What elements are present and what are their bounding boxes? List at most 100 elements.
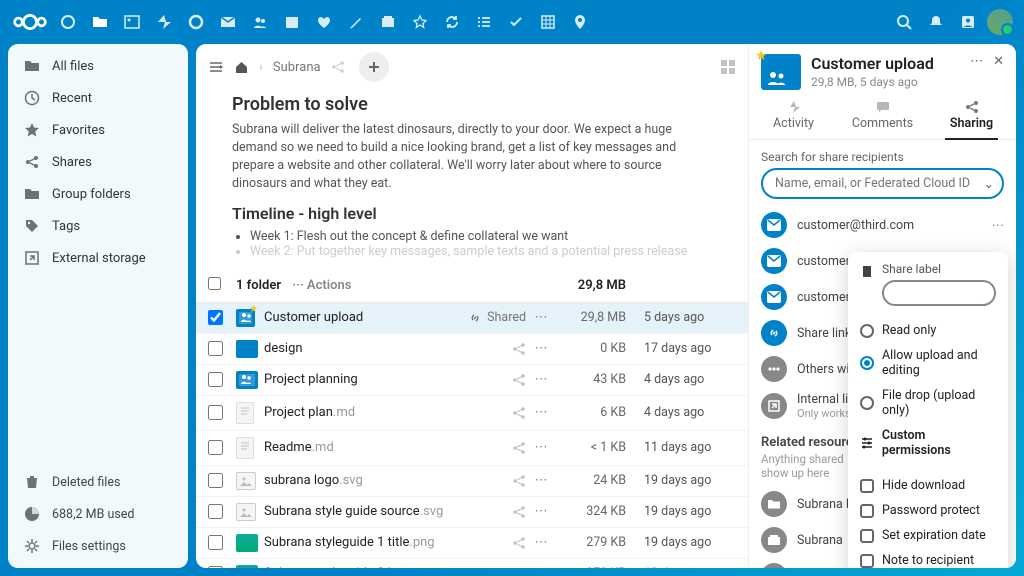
files-icon[interactable] [84, 6, 116, 38]
user-avatar[interactable] [984, 6, 1016, 38]
breadcrumb-share-icon[interactable] [331, 60, 345, 74]
row-checkbox[interactable] [208, 310, 223, 325]
sidebar-item-external[interactable]: External storage [8, 242, 188, 274]
row-checkbox[interactable] [208, 405, 223, 420]
share-icon[interactable] [512, 441, 526, 455]
share-icon[interactable] [512, 567, 526, 569]
row-checkbox[interactable] [208, 372, 223, 387]
tab-activity[interactable]: Activity [749, 94, 838, 139]
row-checkbox[interactable] [208, 535, 223, 550]
share-search-input[interactable] [761, 168, 1004, 199]
dashboard-icon[interactable] [52, 6, 84, 38]
home-icon[interactable] [234, 60, 249, 74]
row-checkbox[interactable] [208, 566, 223, 568]
table-row[interactable]: Project plan.md⋯6 KB4 days ago [196, 396, 748, 431]
share-icon[interactable] [512, 406, 526, 420]
option-password[interactable]: Password protect [860, 498, 996, 523]
row-checkbox[interactable] [208, 473, 223, 488]
sidebar-item-all-files[interactable]: All files [8, 50, 188, 82]
option-read-only[interactable]: Read only [860, 318, 996, 343]
sidebar-item-settings[interactable]: Files settings [8, 530, 188, 562]
row-checkbox[interactable] [208, 504, 223, 519]
toggle-sidebar-icon[interactable] [208, 60, 224, 74]
mail-icon[interactable] [212, 6, 244, 38]
row-menu-icon[interactable]: ⋯ [526, 504, 556, 519]
share-status[interactable] [446, 441, 526, 455]
activity-icon[interactable] [148, 6, 180, 38]
sidebar-item-group-folders[interactable]: Group folders [8, 178, 188, 210]
sidebar-item-tags[interactable]: Tags [8, 210, 188, 242]
share-icon[interactable] [512, 474, 526, 488]
header-actions[interactable]: ··· Actions [292, 278, 351, 293]
talk-icon[interactable] [180, 6, 212, 38]
share-status[interactable] [446, 474, 526, 488]
close-icon[interactable]: ✕ [993, 54, 1004, 69]
app-logo[interactable] [8, 13, 52, 31]
heart-icon[interactable] [308, 6, 340, 38]
share-status[interactable] [446, 373, 526, 387]
option-file-drop[interactable]: File drop (upload only) [860, 383, 996, 423]
row-menu-icon[interactable]: ⋯ [526, 405, 556, 420]
refresh-icon[interactable] [436, 6, 468, 38]
table-row[interactable]: subrana logo.svg⋯24 KB19 days ago [196, 466, 748, 497]
view-toggle-icon[interactable] [720, 59, 736, 75]
row-checkbox[interactable] [208, 341, 223, 356]
table-row[interactable]: Subrana style guide source.svg⋯324 KB19 … [196, 497, 748, 528]
row-menu-icon[interactable]: ⋯ [526, 372, 556, 387]
calendar-icon[interactable] [276, 6, 308, 38]
notifications-icon[interactable] [920, 6, 952, 38]
share-status[interactable] [446, 536, 526, 550]
share-label-input[interactable] [882, 280, 996, 306]
table-row[interactable]: design⋯0 KB17 days ago [196, 334, 748, 365]
share-icon[interactable] [512, 342, 526, 356]
share-icon[interactable] [512, 536, 526, 550]
table-row[interactable]: ★Customer uploadShared⋯29,8 MB5 days ago [196, 303, 748, 334]
sidebar-item-deleted[interactable]: Deleted files [8, 466, 188, 498]
row-menu-icon[interactable]: ⋯ [526, 473, 556, 488]
share-icon[interactable] [512, 505, 526, 519]
option-custom[interactable]: Custom permissions [860, 423, 996, 463]
breadcrumb-current[interactable]: Subrana [273, 60, 321, 75]
notes-icon[interactable] [340, 6, 372, 38]
table-row[interactable]: Readme.md⋯< 1 KB11 days ago [196, 431, 748, 466]
row-menu-icon[interactable]: ⋯ [526, 566, 556, 568]
table-row[interactable]: Project planning⋯43 KB4 days ago [196, 365, 748, 396]
details-menu-icon[interactable]: ⋯ [970, 54, 983, 69]
share-status[interactable] [446, 406, 526, 420]
row-checkbox[interactable] [208, 440, 223, 455]
tables-icon[interactable] [532, 6, 564, 38]
table-row[interactable]: Subrana styleguide 2 logos.png⋯279 KB19 … [196, 559, 748, 569]
select-all-checkbox[interactable] [208, 277, 221, 290]
new-button[interactable] [359, 52, 389, 82]
table-row[interactable]: Subrana styleguide 1 title.png⋯279 KB19 … [196, 528, 748, 559]
share-status[interactable] [446, 342, 526, 356]
contacts-menu-icon[interactable] [952, 6, 984, 38]
share-status[interactable] [446, 567, 526, 569]
sidebar-item-shares[interactable]: Shares [8, 146, 188, 178]
option-allow-upload[interactable]: Allow upload and editing [860, 343, 996, 383]
option-expiration[interactable]: Set expiration date [860, 523, 996, 548]
share-status[interactable]: Shared [446, 310, 526, 325]
contacts-icon[interactable] [244, 6, 276, 38]
row-menu-icon[interactable]: ⋯ [526, 440, 556, 455]
tab-comments[interactable]: Comments [838, 94, 927, 139]
check-icon[interactable] [500, 6, 532, 38]
share-recipient[interactable]: customer@third.com⋯ [761, 207, 1004, 243]
sidebar-item-recent[interactable]: Recent [8, 82, 188, 114]
maps-icon[interactable] [564, 6, 596, 38]
sidebar-item-quota[interactable]: 688,2 MB used [8, 498, 188, 530]
share-icon[interactable] [512, 373, 526, 387]
row-menu-icon[interactable]: ⋯ [526, 310, 556, 325]
row-menu-icon[interactable]: ⋯ [526, 341, 556, 356]
sidebar-item-favorites[interactable]: Favorites [8, 114, 188, 146]
search-icon[interactable] [888, 6, 920, 38]
photos-icon[interactable] [116, 6, 148, 38]
tasks-icon[interactable] [468, 6, 500, 38]
featured-icon[interactable] [404, 6, 436, 38]
row-menu-icon[interactable]: ⋯ [526, 535, 556, 550]
option-hide-download[interactable]: Hide download [860, 473, 996, 498]
share-status[interactable] [446, 505, 526, 519]
deck-icon[interactable] [372, 6, 404, 38]
tab-sharing[interactable]: Sharing [927, 94, 1016, 139]
option-note[interactable]: Note to recipient [860, 548, 996, 568]
